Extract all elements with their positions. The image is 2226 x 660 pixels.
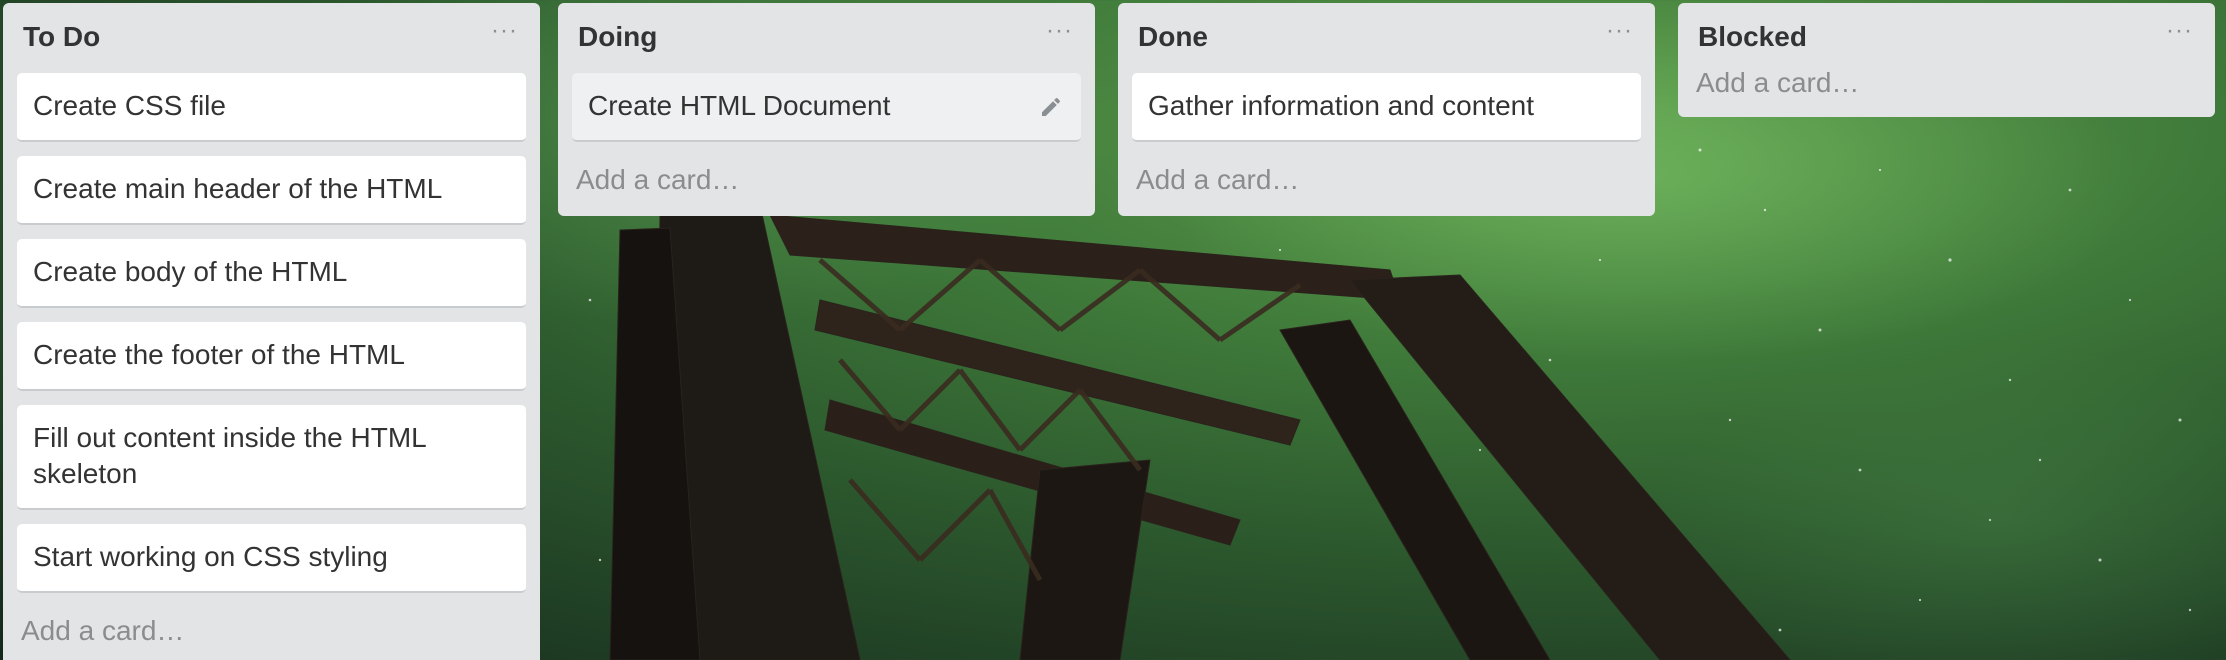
card[interactable]: Create body of the HTML: [17, 239, 526, 308]
ellipsis-icon[interactable]: ···: [1046, 19, 1073, 43]
card[interactable]: Create the footer of the HTML: [17, 322, 526, 391]
list-title[interactable]: To Do: [23, 21, 100, 53]
list-header: Done ···: [1118, 3, 1655, 65]
card[interactable]: Create CSS file: [17, 73, 526, 142]
list-header: To Do ···: [3, 3, 540, 65]
add-card-button[interactable]: Add a card…: [558, 156, 1095, 216]
list-doing: Doing ··· Create HTML Document Add a car…: [558, 3, 1095, 216]
list-title[interactable]: Done: [1138, 21, 1208, 53]
ellipsis-icon[interactable]: ···: [2166, 19, 2193, 43]
list-header: Blocked ···: [1678, 3, 2215, 65]
list-title[interactable]: Doing: [578, 21, 657, 53]
list-to-do: To Do ··· Create CSS file Create main he…: [3, 3, 540, 660]
list-blocked: Blocked ··· Add a card…: [1678, 3, 2215, 117]
add-card-button[interactable]: Add a card…: [1678, 65, 2215, 117]
list-done: Done ··· Gather information and content …: [1118, 3, 1655, 216]
board: To Do ··· Create CSS file Create main he…: [0, 0, 2226, 660]
card-list: Create CSS file Create main header of th…: [3, 65, 540, 593]
add-card-button[interactable]: Add a card…: [1118, 156, 1655, 216]
list-title[interactable]: Blocked: [1698, 21, 1807, 53]
card[interactable]: Gather information and content: [1132, 73, 1641, 142]
card[interactable]: Fill out content inside the HTML skeleto…: [17, 405, 526, 510]
card-list: Create HTML Document: [558, 65, 1095, 142]
add-card-button[interactable]: Add a card…: [3, 607, 540, 660]
card[interactable]: Create HTML Document: [572, 73, 1081, 142]
card[interactable]: Start working on CSS styling: [17, 524, 526, 593]
card-list: Gather information and content: [1118, 65, 1655, 142]
card-label: Create HTML Document: [588, 90, 891, 121]
ellipsis-icon[interactable]: ···: [1606, 19, 1633, 43]
ellipsis-icon[interactable]: ···: [491, 19, 518, 43]
card[interactable]: Create main header of the HTML: [17, 156, 526, 225]
list-header: Doing ···: [558, 3, 1095, 65]
pencil-icon[interactable]: [1039, 95, 1063, 119]
